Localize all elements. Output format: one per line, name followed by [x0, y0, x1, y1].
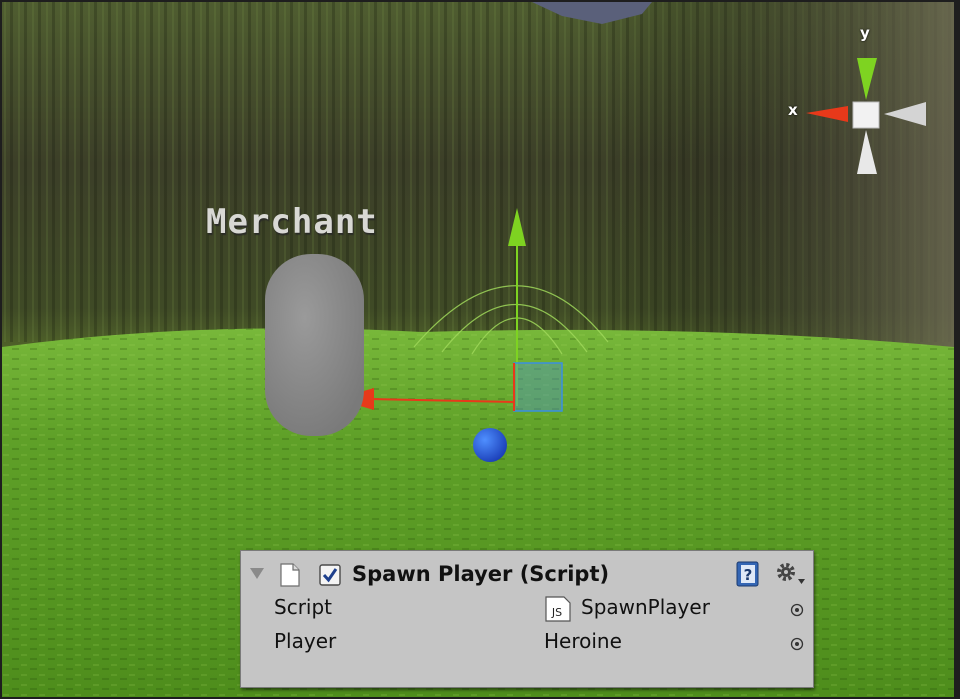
property-label: Player [274, 629, 337, 653]
document-icon [280, 563, 300, 587]
js-script-icon: JS [545, 596, 571, 622]
property-label: Script [274, 595, 333, 619]
object-picker-icon[interactable] [790, 603, 804, 617]
gizmo-x-label: x [788, 101, 798, 119]
inspector-component-panel: Spawn Player (Script) ? Script JS SpawnP… [240, 550, 814, 688]
scene-view[interactable]: y x Merchant Spawn Player (Script) ? Scr… [0, 0, 960, 699]
svg-text:JS: JS [551, 606, 562, 619]
help-book-icon[interactable]: ? [735, 561, 761, 587]
svg-text:?: ? [744, 566, 753, 584]
gear-icon[interactable] [773, 560, 807, 588]
object-picker-icon[interactable] [790, 637, 804, 651]
property-row-player: Player Heroine [241, 627, 813, 659]
script-field-value[interactable]: SpawnPlayer [581, 595, 710, 619]
gizmo-y-label: y [860, 24, 870, 42]
component-title: Spawn Player (Script) [352, 562, 610, 586]
gizmo-center-cube [852, 101, 880, 129]
merchant-name-label: Merchant [206, 202, 378, 242]
property-row-script: Script JS SpawnPlayer [241, 593, 813, 625]
merchant-capsule[interactable] [265, 254, 364, 436]
player-field-value[interactable]: Heroine [544, 629, 622, 653]
enable-checkbox[interactable] [319, 564, 341, 586]
player-sphere[interactable] [473, 428, 507, 462]
plane-handle[interactable] [513, 362, 563, 412]
foldout-arrow-icon[interactable] [250, 568, 264, 579]
